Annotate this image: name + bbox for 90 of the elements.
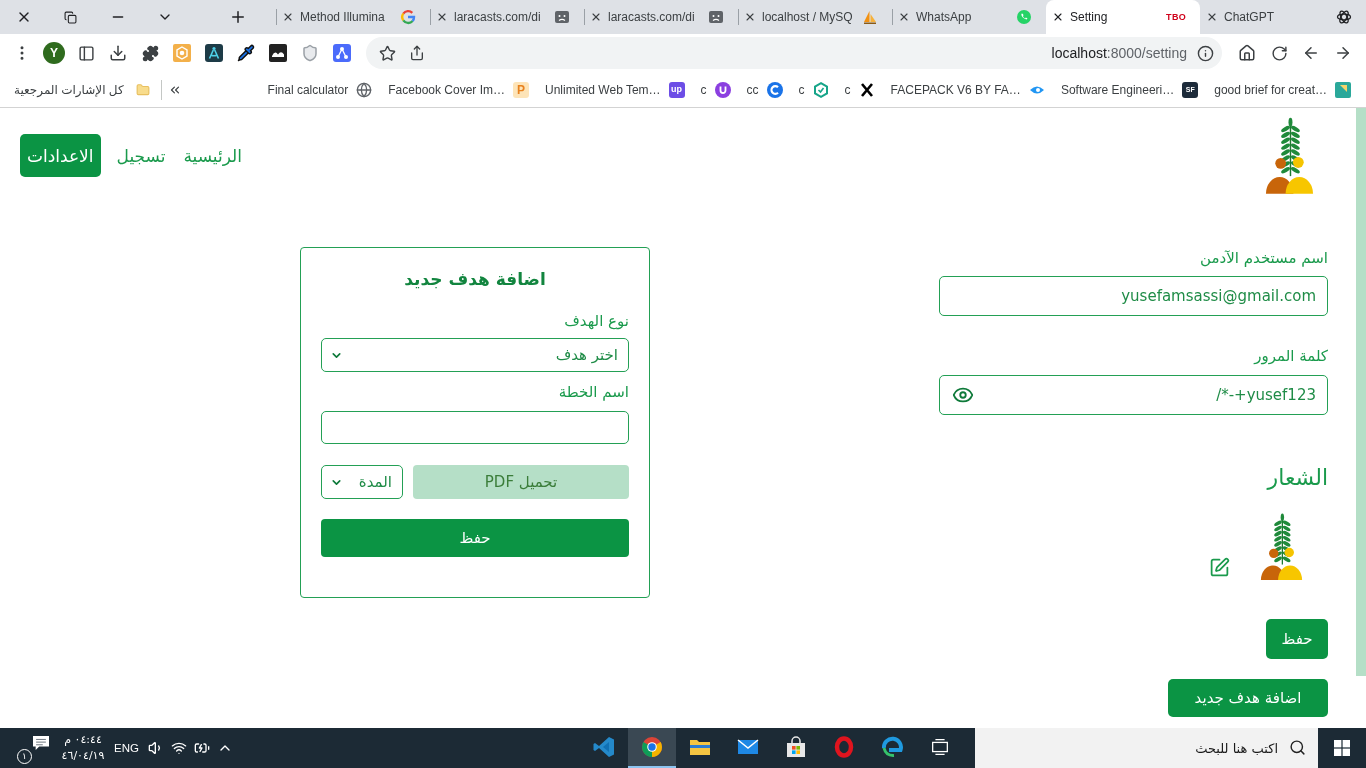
u-circle-icon <box>714 81 731 98</box>
sad-face-icon <box>708 9 724 25</box>
clock-date: ٤٦/٠٤/١٩ <box>61 748 105 764</box>
info-icon[interactable] <box>1197 44 1214 62</box>
bookmark-item[interactable]: c <box>798 81 829 98</box>
side-panel-icon[interactable] <box>77 44 95 62</box>
save-button[interactable]: حفظ <box>321 519 629 557</box>
task-view-icon <box>929 736 951 758</box>
bookmark-folder[interactable]: كل الإشارات المرجعية <box>14 82 150 97</box>
section-heading: الشعار <box>1265 464 1328 492</box>
url-text: localhost:8000/setting <box>1051 45 1187 61</box>
browser-tab[interactable]: Method Illumina <box>276 0 430 34</box>
nav-link[interactable]: الاعدادات <box>20 134 101 177</box>
swirl-icon <box>880 735 904 759</box>
reload-icon[interactable] <box>1270 44 1288 62</box>
close-icon[interactable] <box>590 11 602 23</box>
browser-tab[interactable]: localhost / MySQ <box>738 0 892 34</box>
nav-link[interactable]: الرئيسية <box>181 134 244 177</box>
password-field[interactable]: /*-+yusef123 <box>939 375 1328 415</box>
battery-icon[interactable] <box>194 740 211 756</box>
close-icon[interactable] <box>1052 11 1064 23</box>
code-editor-icon <box>592 735 616 759</box>
field-label: نوع الهدف <box>563 311 629 331</box>
browser-tab[interactable]: WhatsApp <box>892 0 1046 34</box>
notification-icon[interactable] <box>32 735 50 751</box>
field-label: اسم الخطة <box>557 382 629 402</box>
plant-people-logo <box>1258 513 1305 580</box>
username-field[interactable]: yusefamsassi@gmail.com <box>939 276 1328 316</box>
x-mark-icon <box>858 81 875 98</box>
browser-icon <box>640 735 664 759</box>
bookmark-item[interactable]: good brief for creat… <box>1214 81 1351 98</box>
star-icon[interactable] <box>378 44 396 62</box>
close-icon[interactable] <box>436 11 448 23</box>
card-title: اضافة هدف جديد <box>403 268 547 290</box>
close-icon[interactable] <box>1206 11 1218 23</box>
field-label: اسم مستخدم الآدمن <box>1199 248 1328 268</box>
phone-circle-icon <box>1016 9 1032 25</box>
language-indicator[interactable]: ENG <box>114 742 139 754</box>
folded-tile-icon <box>1335 81 1351 98</box>
goal-type-select[interactable]: اختر هدف <box>321 338 629 372</box>
bookmark-item[interactable]: FACEPACK V6 BY FA… <box>890 81 1045 98</box>
bookmark-item[interactable]: Final calculator <box>267 81 373 98</box>
wifi-icon[interactable] <box>171 740 188 756</box>
shield-icon[interactable] <box>301 44 319 62</box>
plan-name-input[interactable] <box>321 411 629 444</box>
download-icon[interactable] <box>109 44 127 62</box>
close-icon[interactable] <box>744 11 756 23</box>
taskbar-search-field[interactable]: اكتب هنا للبحث <box>975 728 1318 768</box>
edit-icon[interactable] <box>1209 557 1230 578</box>
c-circle-icon <box>766 81 783 98</box>
duration-select[interactable]: المدة <box>321 465 403 499</box>
browser-tab[interactable]: laracasts.com/di <box>430 0 584 34</box>
globe-icon <box>356 81 373 98</box>
restore-icon[interactable] <box>64 10 77 24</box>
browser-tab[interactable]: laracasts.com/di <box>584 0 738 34</box>
hexagon-tile-icon[interactable] <box>173 44 191 62</box>
plus-icon[interactable] <box>229 8 247 26</box>
store-bag-icon <box>784 735 808 759</box>
bookmark-item[interactable]: cc <box>746 81 783 98</box>
save-button[interactable]: حفظ <box>1266 619 1328 659</box>
browser-tab[interactable]: ChatGPT <box>1200 0 1366 34</box>
close-icon[interactable] <box>898 11 910 23</box>
clock-time: ٠٤:٤٤ م <box>64 732 102 748</box>
bookmark-item[interactable]: c <box>700 81 731 98</box>
sad-face-icon <box>554 9 570 25</box>
notification-count: ١ <box>17 749 32 764</box>
folder-icon <box>135 82 150 97</box>
sailboat-icon <box>862 9 878 25</box>
hexagon-check-icon <box>812 81 829 98</box>
scrollbar-thumb[interactable] <box>1356 108 1366 676</box>
compass-tile-icon[interactable] <box>205 44 223 62</box>
windows-logo-icon[interactable] <box>1334 740 1350 756</box>
ring-logo-icon <box>832 735 856 759</box>
close-icon[interactable] <box>282 11 294 23</box>
network-tile-icon[interactable] <box>333 44 351 62</box>
field-label: كلمة المرور <box>1252 346 1328 366</box>
home-icon[interactable] <box>1238 44 1256 62</box>
eyedropper-icon[interactable] <box>237 44 255 62</box>
landscape-tile-icon[interactable] <box>269 44 287 62</box>
profile-avatar[interactable]: Y <box>43 42 65 64</box>
add-goal-button[interactable]: اضافة هدف جديد <box>1168 679 1328 717</box>
bookmark-item[interactable]: c <box>844 81 875 98</box>
forward-arrow-icon[interactable] <box>1334 44 1352 62</box>
g-logo-icon <box>400 9 416 25</box>
nav-link[interactable]: تسجيل <box>114 134 168 177</box>
search-icon <box>1289 739 1306 756</box>
address-bar[interactable]: localhost:8000/setting <box>366 37 1222 69</box>
share-icon[interactable] <box>409 45 425 61</box>
atom-icon <box>1336 9 1352 25</box>
puzzle-icon[interactable] <box>141 44 159 62</box>
